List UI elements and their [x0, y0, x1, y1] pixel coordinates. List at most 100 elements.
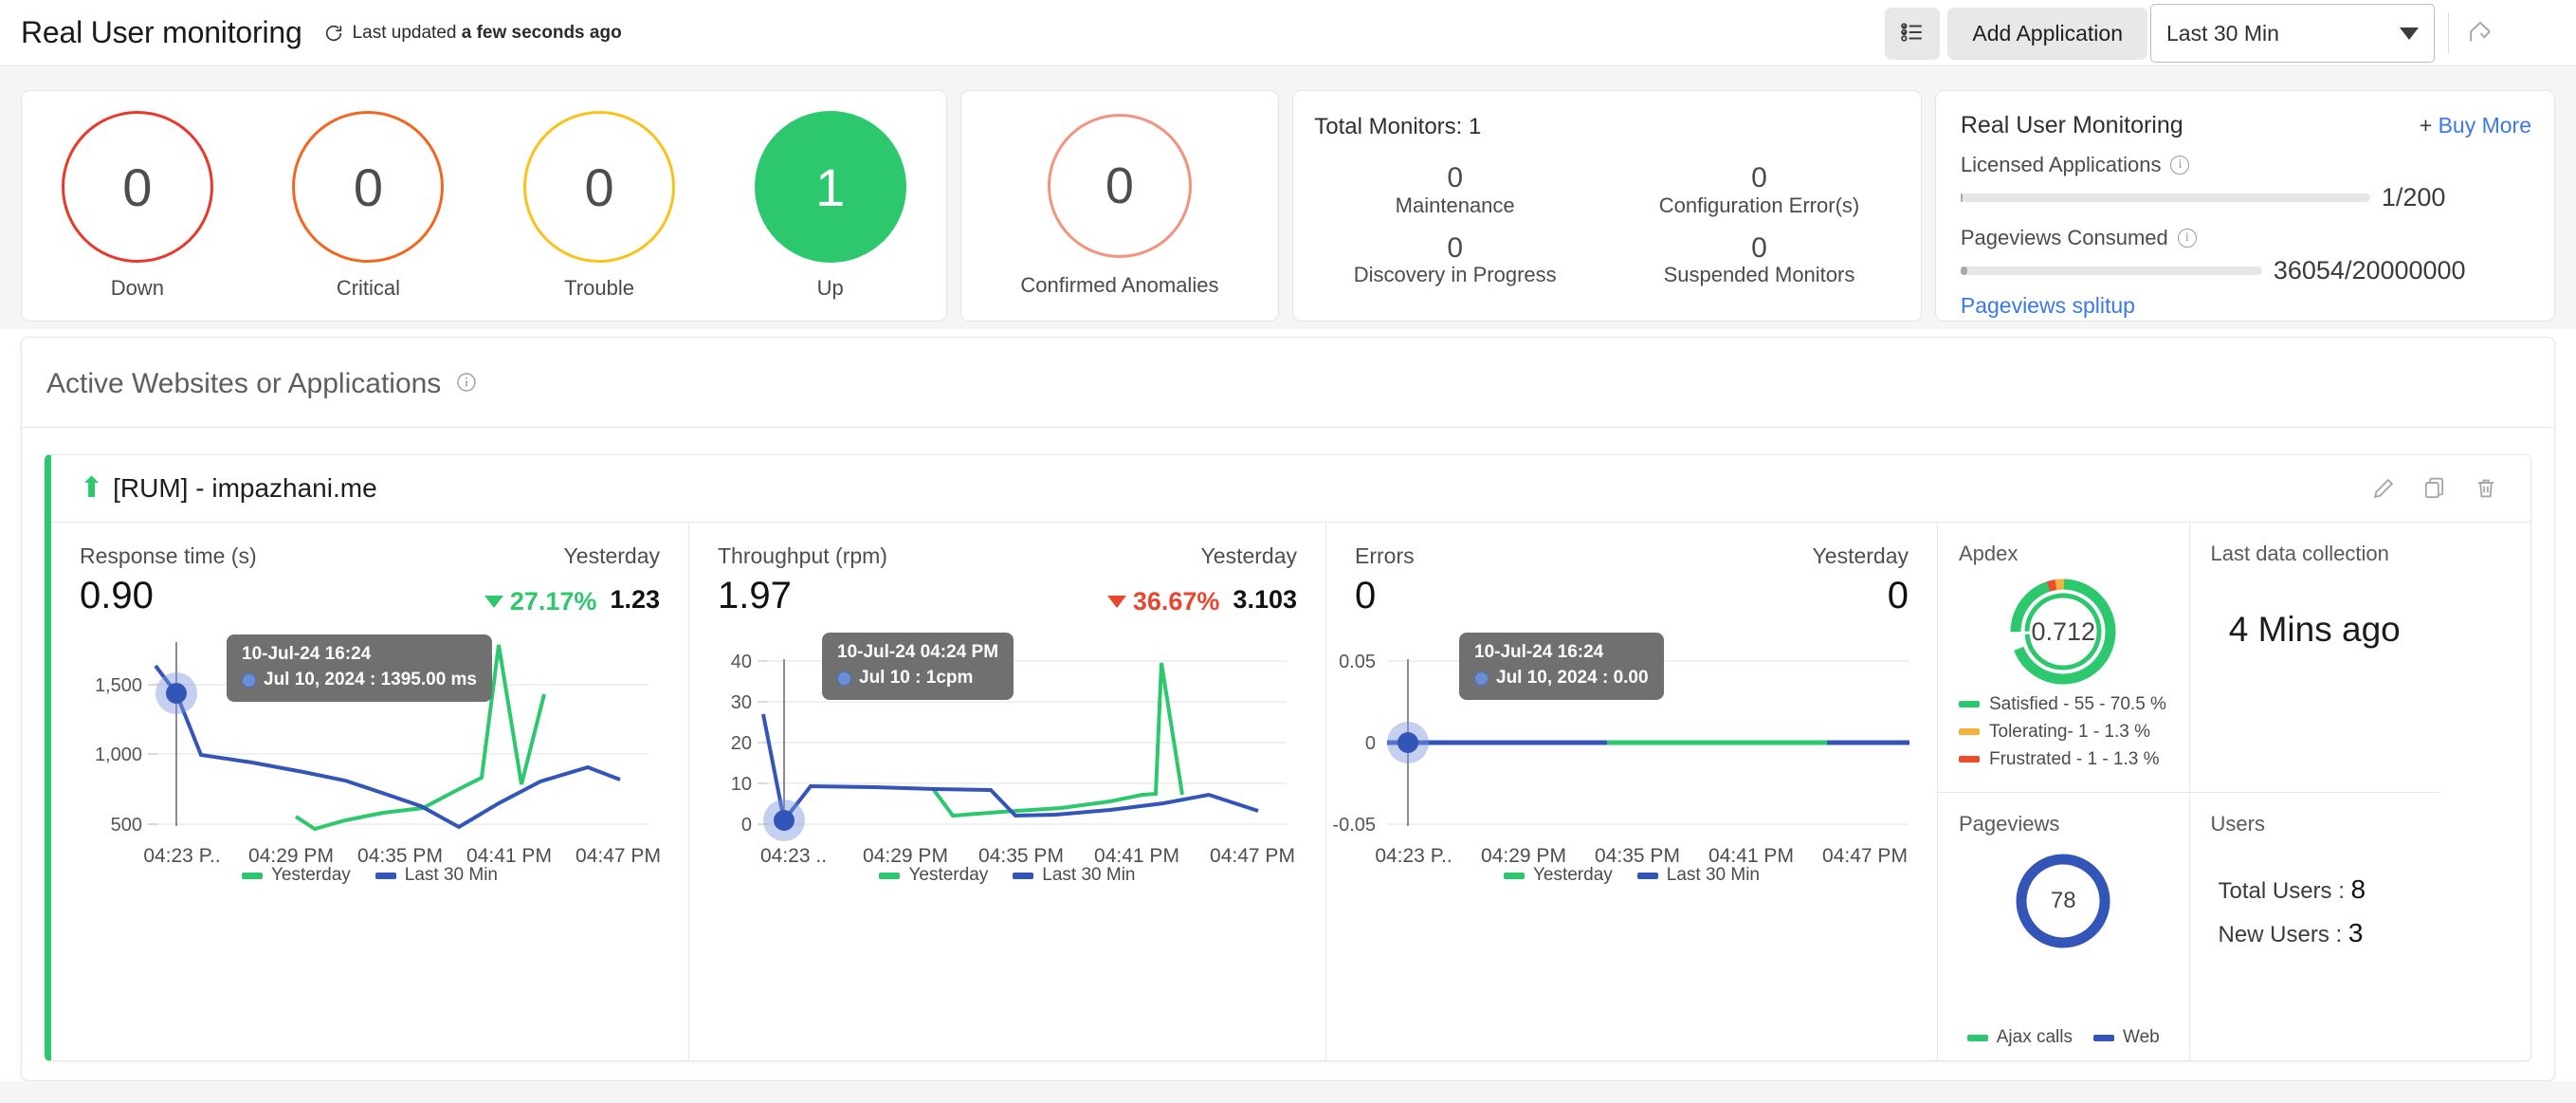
svg-text:04:23 P..: 04:23 P.. — [143, 845, 220, 867]
svg-text:40: 40 — [731, 652, 752, 672]
metric-errors: Errors Yesterday 0 0 0.05 0 -0.05 — [1325, 523, 1937, 1061]
buy-more-label: Buy More — [2439, 113, 2531, 138]
active-applications-section: Active Websites or Applications ⬆ [RUM] … — [21, 337, 2555, 1081]
confirmed-anomalies-card[interactable]: 0 Confirmed Anomalies — [960, 90, 1280, 322]
licensed-applications-meter: 1/200 — [1961, 183, 2531, 212]
errors-compare-label: Yesterday — [1813, 543, 1909, 569]
errors-chart[interactable]: 0.05 0 -0.05 04:23 P.. 04:29 PM 04:35 PM… — [1326, 623, 1937, 912]
active-section-title: Active Websites or Applications — [46, 368, 441, 400]
pageviews-legend: Ajax calls Web — [1938, 1027, 2189, 1048]
legend-swatch-yesterday — [1504, 873, 1525, 879]
apdex-legend-satisfied[interactable]: Satisfied - 55 - 70.5 % — [1959, 694, 2166, 715]
total-users-line: Total Users : 8 — [2219, 874, 2366, 905]
throughput-values: 1.97 36.67% 3.103 — [689, 569, 1325, 617]
monitor-cell-maintenance[interactable]: 0 Maintenance — [1303, 163, 1607, 218]
maintenance-label: Maintenance — [1396, 193, 1515, 218]
share-upload-icon[interactable] — [2466, 18, 2494, 48]
svg-text:04:35 PM: 04:35 PM — [978, 845, 1064, 867]
monitor-cell-config-error[interactable]: 0 Configuration Error(s) — [1607, 163, 1911, 218]
apdex-donut-wrap[interactable]: 0.712 — [1938, 576, 2189, 688]
info-icon[interactable]: i — [2170, 156, 2189, 175]
pageviews-panel: Pageviews 78 A — [1938, 793, 2189, 1062]
svg-text:04:47 PM: 04:47 PM — [1822, 845, 1908, 867]
discovery-count: 0 — [1447, 233, 1463, 264]
users-values: Total Users : 8 New Users : 3 — [2219, 874, 2366, 962]
apdex-legend: Satisfied - 55 - 70.5 % Tolerating- 1 - … — [1959, 694, 2166, 777]
response-time-chart[interactable]: 1,500 1,000 500 — [51, 623, 688, 912]
total-monitors-title: Total Monitors: 1 — [1314, 114, 1921, 140]
users-panel: Users Total Users : 8 New Users : 3 — [2189, 793, 2440, 1062]
svg-text:04:23 ..: 04:23 .. — [760, 845, 827, 867]
monitor-list-button[interactable] — [1885, 8, 1940, 60]
edit-icon[interactable] — [2371, 476, 2396, 503]
svg-text:04:47 PM: 04:47 PM — [1210, 845, 1295, 867]
apdex-legend-frustrated[interactable]: Frustrated - 1 - 1.3 % — [1959, 749, 2166, 770]
rum-license-card: Real User Monitoring + Buy More Licensed… — [1935, 90, 2555, 322]
pageviews-count: 78 — [2014, 852, 2112, 950]
response-time-delta-value: 27.17% — [510, 587, 597, 616]
legend-label-tolerating: Tolerating- 1 - 1.3 % — [1989, 722, 2150, 743]
monitor-cell-discovery[interactable]: 0 Discovery in Progress — [1303, 233, 1607, 288]
last-updated-prefix: Last updated — [353, 23, 462, 43]
licensed-applications-label: Licensed Applications — [1961, 153, 2162, 177]
status-item-down[interactable]: 0 Down — [62, 111, 213, 301]
application-card: ⬆ [RUM] - impazhani.me — [45, 454, 2531, 1061]
apdex-legend-tolerating[interactable]: Tolerating- 1 - 1.3 % — [1959, 722, 2166, 743]
plus-icon: + — [2420, 113, 2439, 138]
pageviews-consumed-row: Pageviews Consumed i 36054/20000000 — [1961, 226, 2531, 285]
status-summary-card: 0 Down 0 Critical 0 Trouble 1 Up — [21, 90, 947, 322]
svg-text:1,500: 1,500 — [95, 675, 142, 696]
refresh-group[interactable]: Last updated a few seconds ago — [323, 23, 622, 44]
pageviews-consumed-value: 36054/20000000 — [2274, 256, 2466, 285]
add-application-button[interactable]: Add Application — [1947, 8, 2147, 60]
last-updated-value: a few seconds ago — [462, 23, 622, 43]
info-icon[interactable]: i — [2178, 229, 2197, 248]
page-title: Real User monitoring — [21, 15, 302, 50]
svg-text:04:29 PM: 04:29 PM — [248, 845, 334, 867]
svg-text:04:35 PM: 04:35 PM — [357, 845, 443, 867]
pageviews-consumed-meter: 36054/20000000 — [1961, 256, 2531, 285]
legend-item-last30[interactable]: Last 30 Min — [1637, 865, 1760, 886]
status-item-trouble[interactable]: 0 Trouble — [523, 111, 675, 301]
anomalies-label: Confirmed Anomalies — [1020, 273, 1218, 298]
legend-item-last30[interactable]: Last 30 Min — [1013, 865, 1135, 886]
copy-icon[interactable] — [2422, 476, 2447, 503]
svg-text:1,000: 1,000 — [95, 745, 142, 765]
refresh-icon[interactable] — [323, 23, 344, 44]
legend-label-yesterday: Yesterday — [908, 865, 988, 886]
throughput-title: Throughput (rpm) — [718, 543, 887, 569]
throughput-compare-label: Yesterday — [1201, 543, 1297, 569]
info-icon[interactable] — [456, 372, 477, 397]
legend-label-yesterday: Yesterday — [271, 865, 351, 886]
rum-license-title: Real User Monitoring — [1961, 112, 2183, 139]
legend-item-yesterday[interactable]: Yesterday — [242, 865, 351, 886]
throughput-chart[interactable]: 40 30 20 10 0 — [689, 623, 1325, 912]
application-name[interactable]: [RUM] - impazhani.me — [113, 473, 377, 504]
top-bar-actions: Add Application Last 30 Min — [1885, 0, 2576, 66]
status-item-critical[interactable]: 0 Critical — [292, 111, 444, 301]
legend-item-web[interactable]: Web — [2093, 1027, 2160, 1048]
throughput-previous: 3.103 — [1233, 585, 1297, 615]
apdex-title: Apdex — [1938, 523, 2189, 566]
pageviews-donut-wrap[interactable]: 78 — [1938, 852, 2189, 950]
time-range-select[interactable]: Last 30 Min — [2150, 4, 2435, 63]
status-circle-critical: 0 — [292, 111, 444, 263]
response-time-values: 0.90 27.17% 1.23 — [51, 569, 688, 617]
delete-icon[interactable] — [2474, 476, 2498, 503]
summary-strip: 0 Down 0 Critical 0 Trouble 1 Up 0 Confi… — [0, 67, 2576, 329]
pageviews-splitup-link[interactable]: Pageviews splitup — [1961, 293, 2135, 319]
status-item-up[interactable]: 1 Up — [755, 111, 906, 301]
last-data-collection-title: Last data collection — [2190, 523, 2440, 566]
pageviews-consumed-header: Pageviews Consumed i — [1961, 226, 2531, 250]
errors-legend: Yesterday Last 30 Min — [1326, 865, 1937, 886]
status-count-up: 1 — [815, 156, 845, 218]
legend-swatch-yesterday — [879, 873, 900, 879]
legend-item-yesterday[interactable]: Yesterday — [879, 865, 988, 886]
response-time-title: Response time (s) — [80, 543, 257, 569]
legend-item-yesterday[interactable]: Yesterday — [1504, 865, 1613, 886]
monitor-cell-suspended[interactable]: 0 Suspended Monitors — [1607, 233, 1911, 288]
legend-item-last30[interactable]: Last 30 Min — [375, 865, 498, 886]
triangle-down-icon — [1107, 596, 1126, 608]
buy-more-link[interactable]: + Buy More — [2420, 113, 2531, 138]
legend-item-ajax-calls[interactable]: Ajax calls — [1967, 1027, 2073, 1048]
